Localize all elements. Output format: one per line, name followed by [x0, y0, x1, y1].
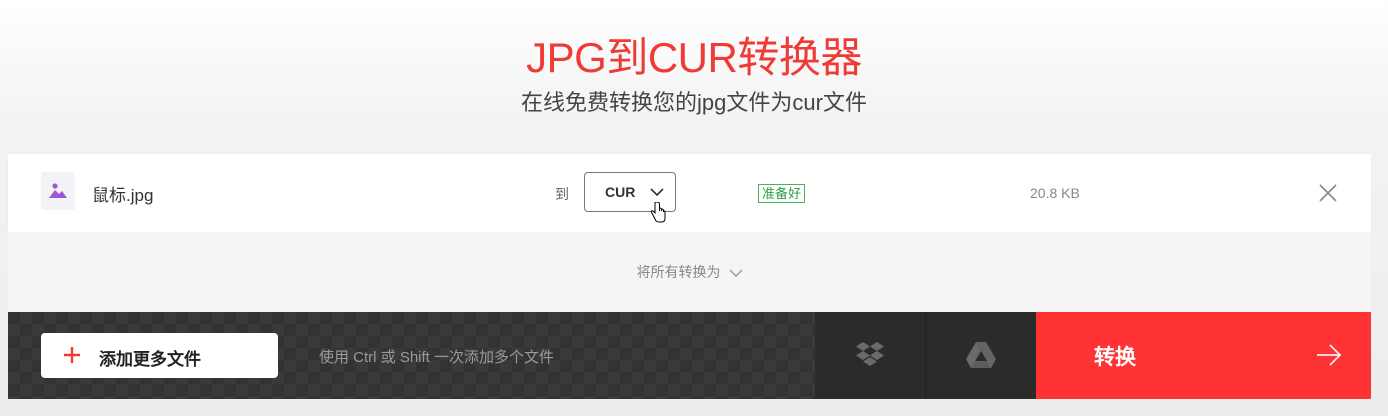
file-size: 20.8 KB: [1030, 185, 1080, 201]
bottom-toolbar: 添加更多文件 使用 Ctrl 或 Shift 一次添加多个文件 转换: [8, 312, 1371, 399]
google-drive-button[interactable]: [926, 312, 1036, 399]
add-more-files-label: 添加更多文件: [99, 350, 201, 369]
convert-label: 转换: [1094, 346, 1136, 369]
file-name: 鼠标.jpg: [92, 186, 154, 205]
converter-panel: 鼠标.jpg 到 CUR 准备好 20.8 KB 将所有转换为 添加更多文件 使…: [8, 154, 1371, 399]
convert-all-label: 将所有转换为: [636, 264, 721, 280]
chevron-down-icon: [729, 265, 743, 281]
arrow-right-icon: [1316, 343, 1342, 372]
google-drive-icon: [966, 342, 996, 368]
status-badge: 准备好: [758, 184, 806, 203]
image-file-icon: [41, 172, 75, 210]
format-value: CUR: [605, 184, 636, 200]
hand-cursor-icon: [650, 201, 666, 229]
dropbox-button[interactable]: [815, 312, 926, 399]
convert-all-dropdown[interactable]: 将所有转换为: [8, 262, 1371, 282]
page-title: JPG到CUR转换器: [526, 34, 862, 81]
close-icon[interactable]: [1317, 182, 1339, 204]
plus-icon: [63, 346, 81, 369]
multi-select-hint: 使用 Ctrl 或 Shift 一次添加多个文件: [319, 349, 555, 366]
dropbox-icon: [856, 342, 884, 366]
file-row: 鼠标.jpg 到 CUR 准备好 20.8 KB: [8, 154, 1371, 232]
to-label: 到: [555, 186, 569, 202]
add-more-files-button[interactable]: 添加更多文件: [41, 333, 278, 378]
page-subtitle: 在线免费转换您的jpg文件为cur文件: [521, 90, 867, 115]
convert-button[interactable]: 转换: [1036, 312, 1371, 399]
convert-all-row: 将所有转换为: [8, 232, 1371, 312]
